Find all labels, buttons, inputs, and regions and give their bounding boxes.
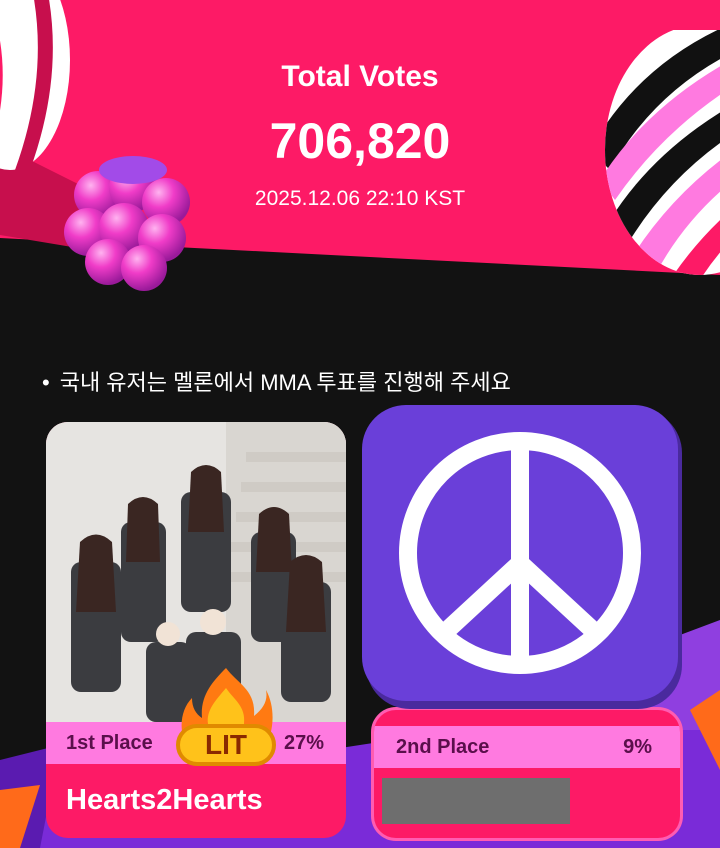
notice-text: • 국내 유저는 멜론에서 MMA 투표를 진행해 주세요 (42, 365, 511, 397)
vote-page: Total Votes 706,820 2025.12.06 22:10 KST… (0, 0, 720, 848)
raspberry-icon (64, 156, 190, 291)
vote-percent: 9% (623, 736, 652, 758)
place-bar: 2nd Place 9% (374, 726, 680, 768)
place-label: 1st Place (66, 732, 153, 754)
candidate-card-1[interactable]: 1st Place 27% Hearts2Hearts (46, 422, 346, 838)
candidate-card-2[interactable]: 2nd Place 9% (374, 710, 680, 838)
total-votes-title: Total Votes (281, 60, 439, 93)
notice-message: 국내 유저는 멜론에서 MMA 투표를 진행해 주세요 (59, 370, 511, 395)
badge-text: LIT (205, 729, 247, 760)
candidate-name: Hearts2Hearts (66, 784, 263, 816)
vote-percent: 27% (283, 732, 324, 754)
peace-sign-icon (362, 405, 682, 709)
redacted-name (382, 778, 570, 824)
notice-bullet: • (42, 370, 50, 395)
fire-lit-badge-icon: LIT (176, 668, 276, 766)
place-label: 2nd Place (396, 736, 490, 758)
